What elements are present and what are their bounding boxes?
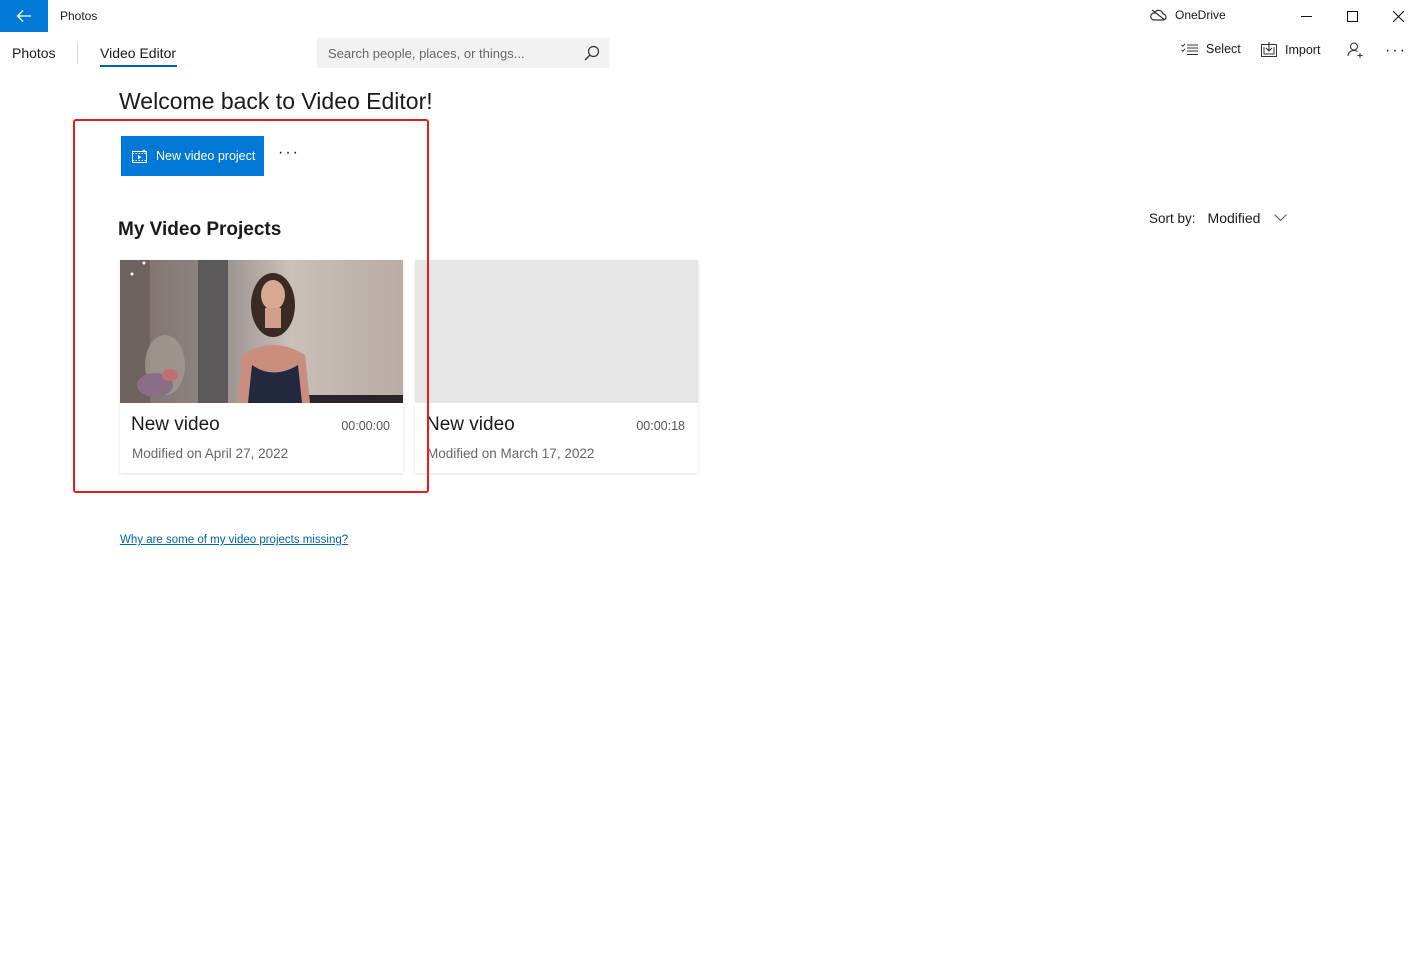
project-modified-date: Modified on April 27, 2022 (132, 446, 289, 461)
sort-label: Sort by: (1149, 210, 1196, 226)
minimize-icon (1300, 15, 1312, 17)
app-title: Photos (60, 9, 98, 23)
project-duration: 00:00:00 (341, 419, 390, 433)
maximize-icon (1346, 10, 1358, 22)
project-card[interactable]: New video 00:00:18 Modified on March 17,… (415, 260, 698, 473)
onedrive-button[interactable]: OneDrive (1150, 8, 1226, 22)
search-input[interactable] (317, 45, 575, 61)
project-more-button[interactable]: ··· (278, 144, 300, 162)
project-name: New video (131, 414, 220, 435)
project-name: New video (426, 414, 515, 435)
close-icon (1392, 10, 1404, 22)
search-icon (584, 45, 600, 61)
tab-divider (77, 42, 78, 64)
project-thumbnail (120, 260, 403, 403)
new-video-project-button[interactable]: New video project (121, 136, 264, 176)
back-button[interactable] (0, 0, 48, 32)
nav-bar: Photos Video Editor Select Import (0, 32, 1421, 76)
page-title: Welcome back to Video Editor! (119, 88, 433, 114)
tab-photos[interactable]: Photos (12, 45, 56, 61)
chevron-down-icon (1274, 214, 1288, 222)
checklist-icon (1181, 42, 1198, 55)
onedrive-label: OneDrive (1175, 8, 1226, 22)
close-button[interactable] (1375, 0, 1421, 32)
maximize-button[interactable] (1329, 0, 1375, 32)
search-box (317, 38, 609, 68)
import-icon (1261, 42, 1277, 57)
add-person-button[interactable] (1347, 42, 1364, 59)
import-button[interactable]: Import (1261, 42, 1320, 57)
missing-projects-help-link[interactable]: Why are some of my video projects missin… (120, 534, 348, 546)
tab-video-editor[interactable]: Video Editor (100, 45, 176, 61)
sort-value: Modified (1207, 210, 1261, 226)
new-video-project-label: New video project (156, 149, 256, 163)
more-options-button[interactable]: ··· (1385, 42, 1407, 60)
search-button[interactable] (575, 45, 609, 61)
thumbnail-image (120, 260, 403, 403)
project-duration: 00:00:18 (636, 419, 685, 433)
active-tab-indicator (100, 65, 177, 67)
project-thumbnail-placeholder (415, 260, 698, 403)
section-title: My Video Projects (118, 219, 282, 240)
minimize-button[interactable] (1283, 0, 1329, 32)
sort-control: Sort by: Modified (1149, 210, 1288, 226)
sort-dropdown[interactable]: Modified (1208, 210, 1288, 226)
arrow-left-icon (16, 10, 31, 22)
select-label: Select (1206, 42, 1241, 56)
project-modified-date: Modified on March 17, 2022 (427, 446, 595, 461)
select-button[interactable]: Select (1181, 42, 1241, 56)
add-person-icon (1347, 42, 1363, 58)
title-bar: Photos OneDrive (0, 0, 1421, 32)
project-card[interactable]: New video 00:00:00 Modified on April 27,… (120, 260, 403, 473)
cloud-off-icon (1150, 9, 1167, 21)
video-project-icon (132, 149, 147, 163)
import-label: Import (1285, 42, 1321, 57)
